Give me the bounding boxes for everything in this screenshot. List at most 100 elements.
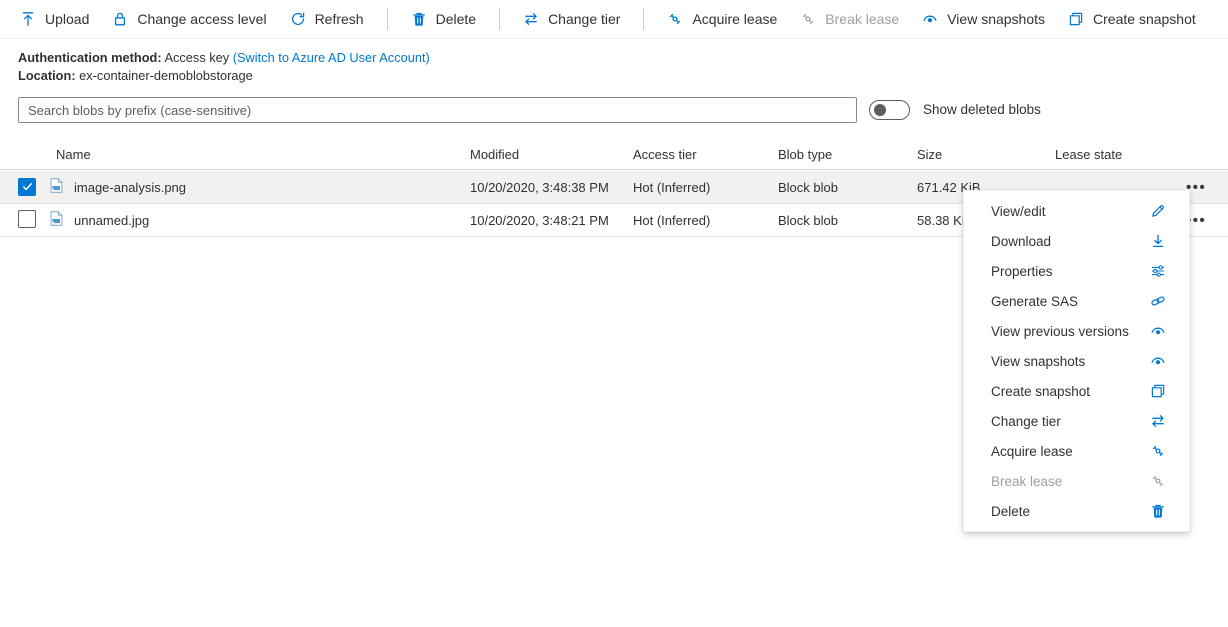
blob-container-screen: Upload Change access level Refresh Delete Ch…: [0, 0, 1228, 627]
menu-item-label: View/edit: [991, 204, 1046, 219]
blob-file-icon: [48, 177, 65, 194]
blob-modified: 10/20/2020, 3:48:21 PM: [470, 213, 633, 228]
snapshot-icon: [1150, 383, 1166, 399]
row-file-icon-cell: [48, 177, 74, 197]
show-deleted-blobs-label: Show deleted blobs: [923, 102, 1041, 117]
menu-item-label: Acquire lease: [991, 444, 1073, 459]
auth-method-line: Authentication method: Access key (Switc…: [18, 49, 430, 67]
location-line: Location: ex-container-demoblobstorage: [18, 67, 430, 85]
column-header-modified[interactable]: Modified: [470, 147, 633, 162]
column-header-name[interactable]: Name: [48, 147, 470, 162]
blob-access-tier: Hot (Inferred): [633, 180, 778, 195]
menu-item-view-edit[interactable]: View/edit: [964, 196, 1189, 226]
toolbar-button-label: Acquire lease: [692, 11, 777, 27]
toolbar-delete-button[interactable]: Delete: [411, 11, 476, 27]
eye-icon: [1150, 323, 1166, 339]
column-header-size[interactable]: Size: [917, 147, 1055, 162]
upload-icon: [20, 11, 36, 27]
eye-icon: [1150, 353, 1166, 369]
auth-method-value: Access key: [164, 50, 229, 65]
blob-type: Block blob: [778, 180, 917, 195]
toolbar-change-access-level-button[interactable]: Change access level: [112, 11, 266, 27]
sas-link-icon: [1150, 293, 1166, 309]
row-more-cell: •••: [1186, 212, 1226, 229]
acquire-lease-icon: [1150, 443, 1166, 459]
eye-icon: [922, 11, 938, 27]
toolbar-button-label: Create snapshot: [1093, 11, 1196, 27]
location-value: ex-container-demoblobstorage: [79, 68, 253, 83]
properties-icon: [1150, 263, 1166, 279]
menu-item-break-lease[interactable]: Break lease: [964, 466, 1189, 496]
toolbar-button-label: View snapshots: [947, 11, 1045, 27]
switch-auth-link[interactable]: (Switch to Azure AD User Account): [233, 50, 430, 65]
toolbar-upload-button[interactable]: Upload: [20, 11, 89, 27]
menu-item-delete[interactable]: Delete: [964, 496, 1189, 526]
blob-access-tier: Hot (Inferred): [633, 213, 778, 228]
menu-item-label: Change tier: [991, 414, 1061, 429]
menu-item-label: Download: [991, 234, 1051, 249]
toolbar-create-snapshot-button[interactable]: Create snapshot: [1068, 11, 1196, 27]
blob-type: Block blob: [778, 213, 917, 228]
toolbar-button-label: Delete: [436, 11, 476, 27]
menu-item-label: Create snapshot: [991, 384, 1090, 399]
menu-item-label: Break lease: [991, 474, 1062, 489]
column-header-access-tier[interactable]: Access tier: [633, 147, 778, 162]
menu-item-label: View snapshots: [991, 354, 1085, 369]
location-label: Location:: [18, 68, 76, 83]
break-lease-icon: [1150, 473, 1166, 489]
toggle-knob: [874, 104, 886, 116]
row-more-cell: •••: [1186, 179, 1226, 196]
info-block: Authentication method: Access key (Switc…: [18, 49, 430, 84]
toolbar-divider: [499, 8, 500, 30]
menu-item-change-tier[interactable]: Change tier: [964, 406, 1189, 436]
row-checkbox-cell: [18, 178, 48, 197]
menu-item-acquire-lease[interactable]: Acquire lease: [964, 436, 1189, 466]
change-tier-icon: [1150, 413, 1166, 429]
row-checkbox[interactable]: [18, 210, 36, 228]
blob-context-menu: View/edit Download Properties Generate SAS V…: [963, 190, 1190, 532]
change-tier-icon: [523, 11, 539, 27]
toolbar-divider: [643, 8, 644, 30]
menu-item-label: Properties: [991, 264, 1053, 279]
acquire-lease-icon: [667, 11, 683, 27]
toolbar-break-lease-button[interactable]: Break lease: [800, 11, 899, 27]
toolbar-button-label: Change access level: [137, 11, 266, 27]
toolbar-acquire-lease-button[interactable]: Acquire lease: [667, 11, 777, 27]
download-icon: [1150, 233, 1166, 249]
menu-item-properties[interactable]: Properties: [964, 256, 1189, 286]
column-header-blob-type[interactable]: Blob type: [778, 147, 917, 162]
toolbar: Upload Change access level Refresh Delete Ch…: [0, 0, 1228, 39]
toolbar-view-snapshots-button[interactable]: View snapshots: [922, 11, 1045, 27]
menu-item-label: View previous versions: [991, 324, 1129, 339]
column-header-lease-state[interactable]: Lease state: [1055, 147, 1186, 162]
blob-modified: 10/20/2020, 3:48:38 PM: [470, 180, 633, 195]
row-checkbox[interactable]: [18, 178, 36, 196]
menu-item-create-snapshot[interactable]: Create snapshot: [964, 376, 1189, 406]
menu-item-download[interactable]: Download: [964, 226, 1189, 256]
blob-file-icon: [48, 210, 65, 227]
toolbar-change-tier-button[interactable]: Change tier: [523, 11, 620, 27]
toolbar-button-label: Refresh: [315, 11, 364, 27]
snapshot-icon: [1068, 11, 1084, 27]
lock-icon: [112, 11, 128, 27]
search-input[interactable]: [18, 97, 857, 123]
blob-name: image-analysis.png: [74, 180, 470, 195]
table-header: NameModifiedAccess tierBlob typeSizeLeas…: [0, 139, 1228, 170]
menu-item-label: Generate SAS: [991, 294, 1078, 309]
toolbar-divider: [387, 8, 388, 30]
refresh-icon: [290, 11, 306, 27]
menu-item-view-snapshots[interactable]: View snapshots: [964, 346, 1189, 376]
toolbar-button-label: Upload: [45, 11, 89, 27]
menu-item-label: Delete: [991, 504, 1030, 519]
auth-method-label: Authentication method:: [18, 50, 162, 65]
row-checkbox-cell: [18, 210, 48, 231]
show-deleted-blobs-toggle[interactable]: [869, 100, 910, 120]
break-lease-icon: [800, 11, 816, 27]
blob-name: unnamed.jpg: [74, 213, 470, 228]
toolbar-refresh-button[interactable]: Refresh: [290, 11, 364, 27]
trash-icon: [1150, 503, 1166, 519]
menu-item-view-previous-versions[interactable]: View previous versions: [964, 316, 1189, 346]
toolbar-button-label: Break lease: [825, 11, 899, 27]
menu-item-generate-sas[interactable]: Generate SAS: [964, 286, 1189, 316]
toolbar-button-label: Change tier: [548, 11, 620, 27]
